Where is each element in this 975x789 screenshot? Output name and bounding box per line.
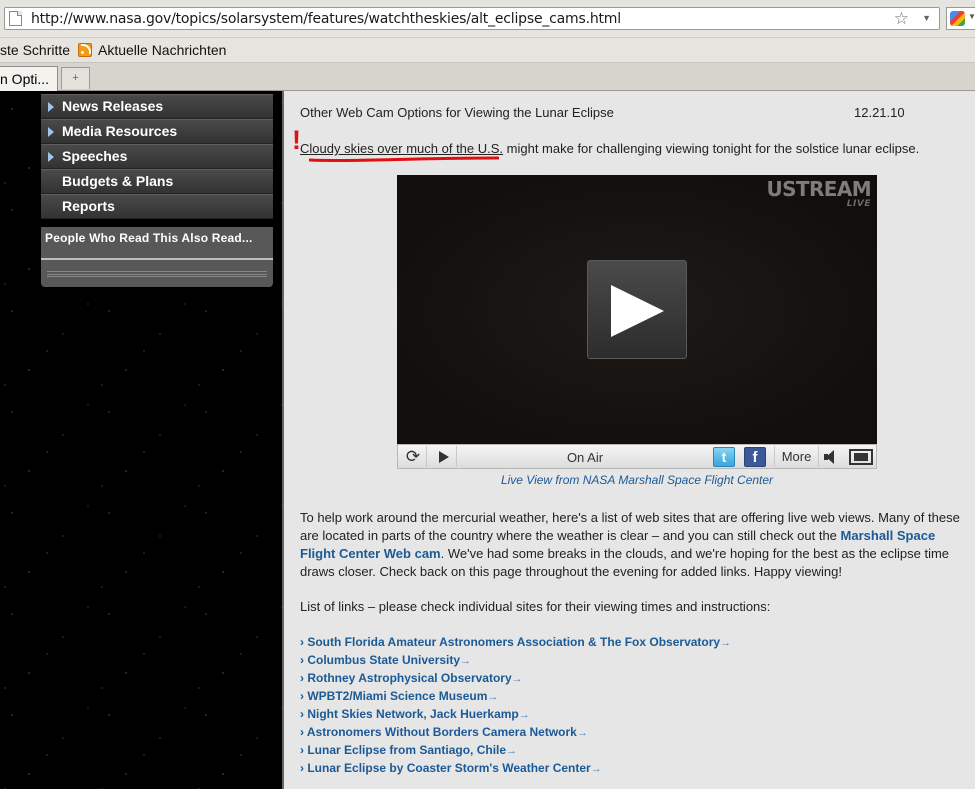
list-item[interactable]: › South Florida Amateur Astronomers Asso… <box>300 635 731 653</box>
expand-arrow-icon <box>48 127 54 137</box>
sidebar-item-budgets-plans[interactable]: Budgets & Plans <box>41 169 273 194</box>
fullscreen-icon[interactable] <box>849 449 873 465</box>
bookmark-aktuelle-nachrichten[interactable]: Aktuelle Nachrichten <box>98 42 226 58</box>
rss-feed-icon[interactable] <box>78 43 92 57</box>
sidebar-item-reports[interactable]: Reports <box>41 194 273 219</box>
player-caption[interactable]: Live View from NASA Marshall Space Fligh… <box>397 473 877 487</box>
related-reading-grip <box>47 271 267 277</box>
webcam-links-list: › South Florida Amateur Astronomers Asso… <box>300 635 731 779</box>
article-title: Other Web Cam Options for Viewing the Lu… <box>300 105 614 120</box>
bookmark-erste-schritte[interactable]: ste Schritte <box>0 42 70 58</box>
twitter-icon[interactable]: t <box>713 447 735 467</box>
google-icon[interactable] <box>950 11 965 26</box>
list-item[interactable]: › Columbus State University→ <box>300 653 731 671</box>
links-heading: List of links – please check individual … <box>300 599 771 614</box>
bullet-icon: › <box>300 707 304 721</box>
big-play-button[interactable] <box>587 260 687 359</box>
sidebar-item-label: Reports <box>62 198 115 214</box>
list-item[interactable]: › Astronomers Without Borders Camera Net… <box>300 725 731 743</box>
play-control-icon[interactable] <box>429 446 457 467</box>
bullet-icon: › <box>300 653 304 667</box>
arrow-right-icon: → <box>518 709 530 721</box>
player-control-bar: ⟳ On Air t f More <box>397 444 877 469</box>
sidebar-nav: News Releases Media Resources Speeches B… <box>41 94 273 219</box>
list-item[interactable]: › WPBT2/Miami Science Museum→ <box>300 689 731 707</box>
link-text[interactable]: WPBT2/Miami Science Museum <box>307 689 487 703</box>
arrow-right-icon: → <box>511 673 523 685</box>
bookmark-star-icon[interactable]: ☆ <box>894 9 909 29</box>
article-intro: Cloudy skies over much of the U.S. might… <box>300 141 919 156</box>
ustream-logo-text: USTREAM <box>766 177 871 201</box>
bullet-icon: › <box>300 635 304 649</box>
bookmarks-toolbar: ste Schritte Aktuelle Nachrichten <box>0 38 975 63</box>
list-item[interactable]: › Lunar Eclipse by Coaster Storm's Weath… <box>300 761 731 779</box>
arrow-right-icon: → <box>487 691 499 703</box>
article-content: Other Web Cam Options for Viewing the Lu… <box>284 91 975 789</box>
ustream-logo: USTREAM LIVE <box>766 179 871 209</box>
sidebar-item-speeches[interactable]: Speeches <box>41 144 273 169</box>
related-reading-box: People Who Read This Also Read... <box>41 227 273 287</box>
sidebar-item-label: Speeches <box>62 148 128 164</box>
link-text[interactable]: Night Skies Network, Jack Huerkamp <box>307 707 518 721</box>
expand-arrow-icon <box>48 152 54 162</box>
url-dropdown-icon[interactable]: ▼ <box>922 13 931 23</box>
video-area[interactable]: USTREAM LIVE <box>397 175 877 444</box>
related-reading-divider <box>41 258 273 260</box>
list-item[interactable]: › Night Skies Network, Jack Huerkamp→ <box>300 707 731 725</box>
expand-arrow-icon <box>48 102 54 112</box>
arrow-right-icon: → <box>576 727 588 739</box>
arrow-right-icon: → <box>590 763 602 775</box>
sidebar-item-news-releases[interactable]: News Releases <box>41 94 273 119</box>
sidebar-item-label: Budgets & Plans <box>62 173 174 189</box>
sidebar-item-label: Media Resources <box>62 123 178 139</box>
bullet-icon: › <box>300 761 304 775</box>
article-paragraph: To help work around the mercurial weathe… <box>300 509 960 581</box>
stream-status: On Air <box>566 450 604 465</box>
list-item[interactable]: › Lunar Eclipse from Santiago, Chile→ <box>300 743 731 761</box>
address-bar[interactable]: http://www.nasa.gov/topics/solarsystem/f… <box>4 7 940 30</box>
more-button[interactable]: More <box>774 446 819 467</box>
link-text[interactable]: South Florida Amateur Astronomers Associ… <box>307 635 720 649</box>
intro-rest: might make for challenging viewing tonig… <box>503 141 920 156</box>
bullet-icon: › <box>300 689 304 703</box>
volume-icon[interactable] <box>822 449 842 465</box>
browser-toolbar: http://www.nasa.gov/topics/solarsystem/f… <box>0 0 975 38</box>
arrow-right-icon: → <box>506 745 518 757</box>
related-reading-title: People Who Read This Also Read... <box>45 231 253 245</box>
bullet-icon: › <box>300 725 304 739</box>
link-text[interactable]: Lunar Eclipse by Coaster Storm's Weather… <box>307 761 590 775</box>
ustream-player[interactable]: USTREAM LIVE ⟳ On Air t f More <box>397 175 877 469</box>
sidebar-item-label: News Releases <box>62 98 164 114</box>
url-text[interactable]: http://www.nasa.gov/topics/solarsystem/f… <box>31 11 621 27</box>
link-text[interactable]: Lunar Eclipse from Santiago, Chile <box>307 743 506 757</box>
list-item[interactable]: › Rothney Astrophysical Observatory→ <box>300 671 731 689</box>
search-engine-box[interactable]: ▼ <box>946 7 975 30</box>
play-icon <box>611 285 664 337</box>
annotation-underline <box>309 156 499 163</box>
intro-highlight: Cloudy skies over much of the U.S. <box>300 141 504 156</box>
refresh-icon[interactable]: ⟳ <box>400 446 427 467</box>
sidebar-item-media-resources[interactable]: Media Resources <box>41 119 273 144</box>
web-page: News Releases Media Resources Speeches B… <box>0 91 975 789</box>
search-dropdown-icon[interactable]: ▼ <box>968 12 975 21</box>
bullet-icon: › <box>300 671 304 685</box>
bullet-icon: › <box>300 743 304 757</box>
facebook-icon[interactable]: f <box>744 447 766 467</box>
arrow-right-icon: → <box>460 655 472 667</box>
link-text[interactable]: Rothney Astrophysical Observatory <box>307 671 511 685</box>
new-tab-button[interactable]: + <box>61 67 90 89</box>
tab-current[interactable]: n Opti... <box>0 66 58 91</box>
link-text[interactable]: Astronomers Without Borders Camera Netwo… <box>307 725 577 739</box>
article-date: 12.21.10 <box>854 105 905 120</box>
link-text[interactable]: Columbus State University <box>307 653 460 667</box>
tab-strip: n Opti... + <box>0 63 975 91</box>
arrow-right-icon: → <box>720 637 732 649</box>
page-icon <box>9 11 22 26</box>
